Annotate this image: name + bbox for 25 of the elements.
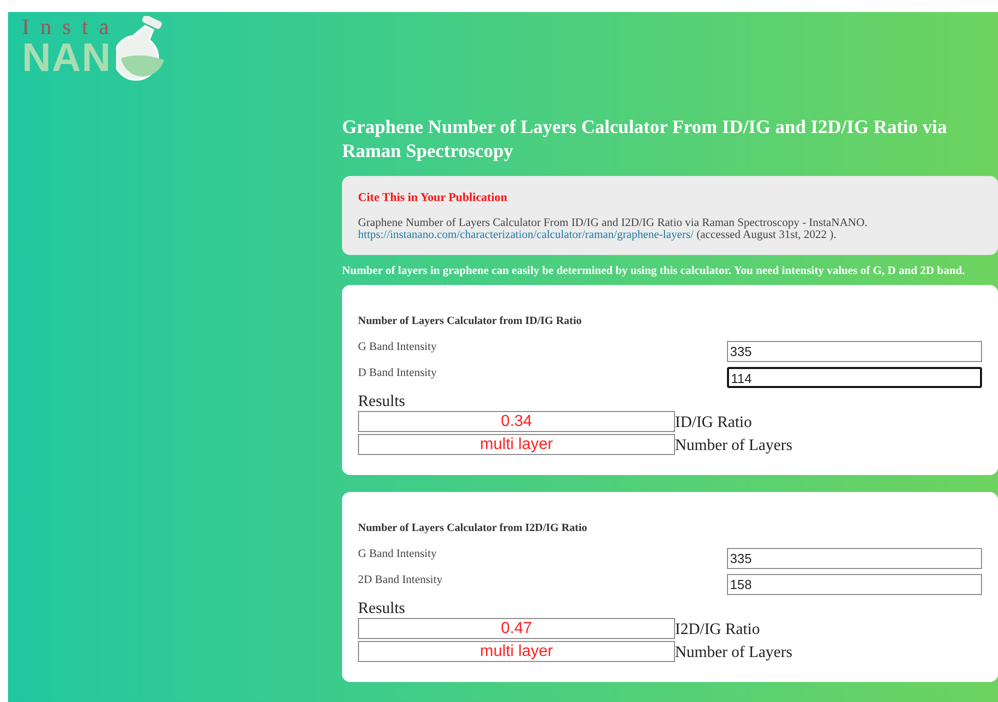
citation-heading: Cite This in Your Publication xyxy=(358,190,508,205)
input-field[interactable]: 335 xyxy=(727,341,982,362)
field-label: D Band Intensity xyxy=(358,367,437,379)
result-field: multi layer xyxy=(358,434,675,455)
calculator-heading: Number of Layers Calculator from I2D/IG Ratio xyxy=(358,522,588,534)
result-label: Number of Layers xyxy=(675,436,792,454)
intro-text: Number of layers in graphene can easily be determined by using this calculator. You need intensity values of G, D and 2D band. xyxy=(342,265,966,277)
result-label: Number of Layers xyxy=(675,644,792,662)
citation-text: Graphene Number of Layers Calculator From ID/IG and I2D/IG Ratio via Raman Spectroscopy - InstaNANO. https://instanano.com/characterization/calculator/raman/graphene-layers/ (accessed August 31st, 2022 ). xyxy=(358,217,868,241)
results-label: Results xyxy=(358,600,406,618)
citation-link[interactable]: https://instanano.com/characterization/calculator/raman/graphene-layers/ xyxy=(358,229,694,241)
page-title: Graphene Number of Layers Calculator From ID/IG and I2D/IG Ratio via Raman Spectroscopy xyxy=(342,116,948,164)
field-label: 2D Band Intensity xyxy=(358,574,442,586)
result-field: 0.34 xyxy=(358,411,675,432)
result-label: I2D/IG Ratio xyxy=(675,620,760,638)
field-label: G Band Intensity xyxy=(358,548,437,560)
calculator-heading: Number of Layers Calculator from ID/IG Ratio xyxy=(358,315,583,327)
result-field: multi layer xyxy=(358,641,675,662)
field-label: G Band Intensity xyxy=(358,341,437,353)
result-label: ID/IG Ratio xyxy=(675,414,752,432)
results-label: Results xyxy=(358,393,406,411)
input-field[interactable]: 158 xyxy=(727,574,982,595)
input-field[interactable]: 114 xyxy=(727,367,982,388)
input-field[interactable]: 335 xyxy=(727,548,982,569)
result-field: 0.47 xyxy=(358,618,675,639)
